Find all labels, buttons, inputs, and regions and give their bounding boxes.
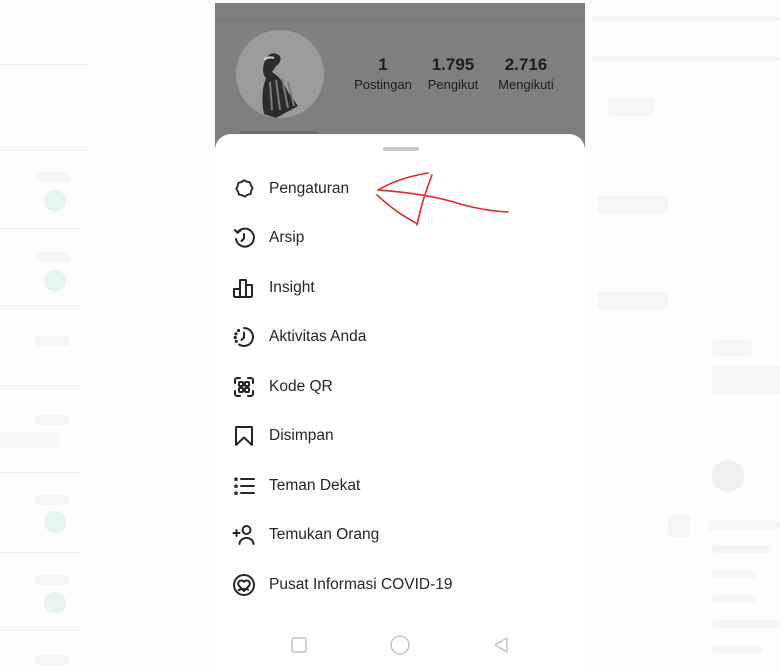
archive-history-icon	[231, 225, 257, 251]
bg-text-ghost	[35, 655, 70, 665]
menu-item-label: Aktivitas Anda	[269, 328, 367, 346]
menu-item-label: Disimpan	[269, 427, 334, 445]
stat-following-label: Mengikuti	[498, 77, 554, 92]
bg-icon-ghost	[668, 515, 690, 537]
bookmark-icon	[231, 423, 257, 449]
menu-item-covid-info[interactable]: Pusat Informasi COVID-19	[215, 560, 585, 610]
avatar-photo	[236, 30, 324, 118]
bg-text-ghost	[708, 520, 780, 530]
bg-text-ghost	[712, 365, 780, 395]
bg-text-ghost	[592, 16, 780, 21]
bg-button-ghost	[608, 98, 654, 116]
recent-apps-button[interactable]	[284, 630, 314, 660]
settings-gear-icon	[231, 176, 257, 202]
profile-avatar[interactable]	[236, 30, 324, 118]
bg-divider	[0, 305, 80, 306]
stat-followers-label: Pengikut	[427, 77, 479, 92]
bg-text-ghost	[712, 595, 757, 603]
qr-code-icon	[231, 374, 257, 400]
insights-bar-chart-icon	[231, 275, 257, 301]
bg-button-ghost	[598, 196, 668, 214]
bg-divider	[0, 385, 80, 386]
stat-followers-value: 1.795	[431, 55, 475, 74]
back-triangle-icon	[494, 637, 508, 653]
bg-badge-ghost	[44, 190, 66, 212]
header-divider	[215, 19, 585, 20]
bg-text-ghost	[712, 570, 757, 578]
bg-divider	[0, 472, 80, 473]
menu-item-saved[interactable]: Disimpan	[215, 412, 585, 462]
bg-badge-ghost	[44, 511, 66, 533]
stat-posts-label: Postingan	[354, 77, 412, 92]
bg-text-ghost	[712, 545, 772, 553]
bottom-sheet-menu: Pengaturan Arsip Insight Aktivitas Anda …	[215, 134, 585, 671]
covid-info-heart-icon	[231, 572, 257, 598]
bg-text-ghost	[712, 620, 780, 628]
bg-text-ghost	[35, 172, 70, 182]
menu-item-label: Pengaturan	[269, 179, 350, 197]
bg-badge-ghost	[44, 270, 66, 292]
menu-item-insight[interactable]: Insight	[215, 263, 585, 313]
bg-divider	[0, 64, 88, 65]
menu-item-label: Insight	[269, 278, 315, 296]
stat-followers[interactable]: 1.795 Pengikut	[421, 55, 485, 94]
menu-item-label: Kode QR	[269, 377, 333, 395]
menu-item-settings[interactable]: Pengaturan	[215, 164, 585, 214]
profile-stats: 1 Postingan 1.795 Pengikut 2.716 Mengiku…	[345, 55, 569, 94]
bg-text-ghost	[0, 432, 60, 448]
stat-following[interactable]: 2.716 Mengikuti	[493, 55, 559, 94]
menu-item-label: Arsip	[269, 229, 305, 247]
bg-divider	[0, 150, 88, 151]
menu-item-your-activity[interactable]: Aktivitas Anda	[215, 313, 585, 363]
sheet-drag-handle[interactable]	[383, 147, 419, 151]
discover-people-icon	[231, 522, 257, 548]
back-button[interactable]	[486, 630, 516, 660]
stat-following-value: 2.716	[504, 55, 548, 74]
menu-item-archive[interactable]: Arsip	[215, 214, 585, 264]
close-friends-list-icon	[231, 473, 257, 499]
menu-item-label: Pusat Informasi COVID-19	[269, 575, 453, 593]
bg-text-ghost	[712, 645, 762, 653]
stat-posts-value: 1	[378, 55, 388, 74]
bg-text-ghost	[35, 575, 70, 585]
bg-text-ghost	[35, 415, 70, 425]
home-circle-icon	[390, 635, 410, 655]
menu-item-qr-code[interactable]: Kode QR	[215, 362, 585, 412]
bg-divider	[0, 552, 80, 553]
activity-clock-icon	[231, 324, 257, 350]
menu-list: Pengaturan Arsip Insight Aktivitas Anda …	[215, 164, 585, 610]
bg-badge-ghost	[44, 592, 66, 614]
stat-posts[interactable]: 1 Postingan	[345, 55, 421, 94]
menu-item-label: Teman Dekat	[269, 476, 361, 494]
bg-button-ghost	[598, 292, 668, 310]
system-navigation-bar	[215, 630, 585, 660]
recent-apps-square-icon	[291, 637, 307, 653]
bg-divider	[0, 228, 80, 229]
bg-text-ghost	[35, 495, 70, 505]
menu-item-close-friends[interactable]: Teman Dekat	[215, 461, 585, 511]
bg-divider	[0, 630, 80, 631]
bg-avatar-ghost	[712, 460, 744, 492]
bg-text-ghost	[35, 252, 70, 262]
bg-text-ghost	[35, 336, 70, 346]
menu-item-discover-people[interactable]: Temukan Orang	[215, 511, 585, 561]
bg-text-ghost	[712, 340, 752, 356]
home-button[interactable]	[385, 630, 415, 660]
menu-item-label: Temukan Orang	[269, 526, 380, 544]
bg-text-ghost	[592, 56, 780, 61]
phone-screen: 1 Postingan 1.795 Pengikut 2.716 Mengiku…	[215, 3, 585, 671]
